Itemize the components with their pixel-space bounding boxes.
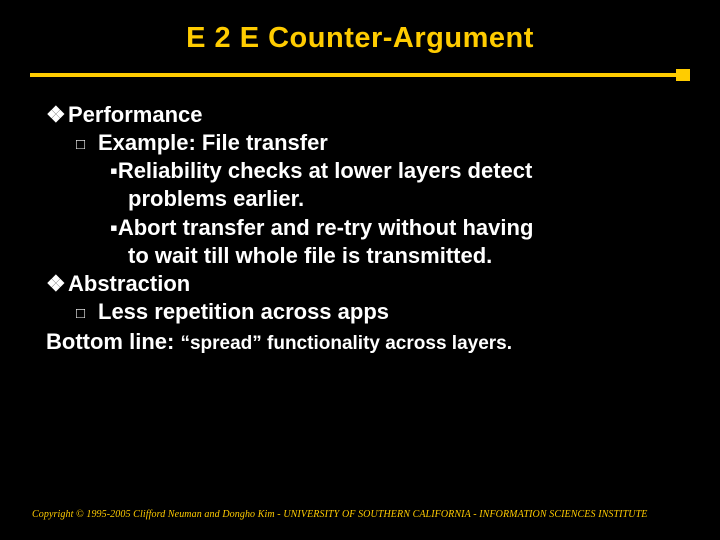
square-outline-icon: □: [76, 135, 98, 154]
text-less-rep: Less repetition across apps: [98, 299, 389, 324]
bottom-line: Bottom line: “spread” functionality acro…: [40, 326, 680, 356]
slide-title: E 2 E Counter-Argument: [0, 0, 720, 55]
bullet-abort: ▪Abort transfer and re-try without havin…: [40, 214, 680, 270]
text-reliability-line2: problems earlier.: [128, 186, 304, 211]
bullet-reliability: ▪Reliability checks at lower layers dete…: [40, 157, 680, 213]
bullet-performance: ❖Performance: [40, 101, 680, 129]
divider-line: [30, 73, 690, 77]
slide-body: ❖Performance □Example: File transfer ▪Re…: [0, 81, 720, 357]
divider-cap: [676, 69, 690, 81]
bottom-label: Bottom line:: [46, 329, 180, 354]
text-abort-line2: to wait till whole file is transmitted.: [128, 243, 492, 268]
bullet-abstraction: ❖Abstraction: [40, 270, 680, 298]
diamond-icon: ❖: [46, 270, 68, 298]
bullet-example: □Example: File transfer: [40, 129, 680, 157]
text-abstraction: Abstraction: [68, 271, 190, 296]
copyright-footer: Copyright © 1995-2005 Clifford Neuman an…: [32, 509, 647, 520]
title-divider: [30, 69, 690, 81]
diamond-icon: ❖: [46, 101, 68, 129]
text-reliability-line1: Reliability checks at lower layers detec…: [118, 158, 533, 183]
slide: E 2 E Counter-Argument ❖Performance □Exa…: [0, 0, 720, 540]
square-outline-icon: □: [76, 304, 98, 323]
bottom-text: “spread” functionality across layers.: [180, 333, 512, 354]
square-solid-icon: ▪: [110, 158, 118, 183]
text-example: Example: File transfer: [98, 130, 328, 155]
square-solid-icon: ▪: [110, 215, 118, 240]
text-abort-line1: Abort transfer and re-try without having: [118, 215, 534, 240]
text-performance: Performance: [68, 102, 203, 127]
bullet-less-rep: □Less repetition across apps: [40, 298, 680, 326]
